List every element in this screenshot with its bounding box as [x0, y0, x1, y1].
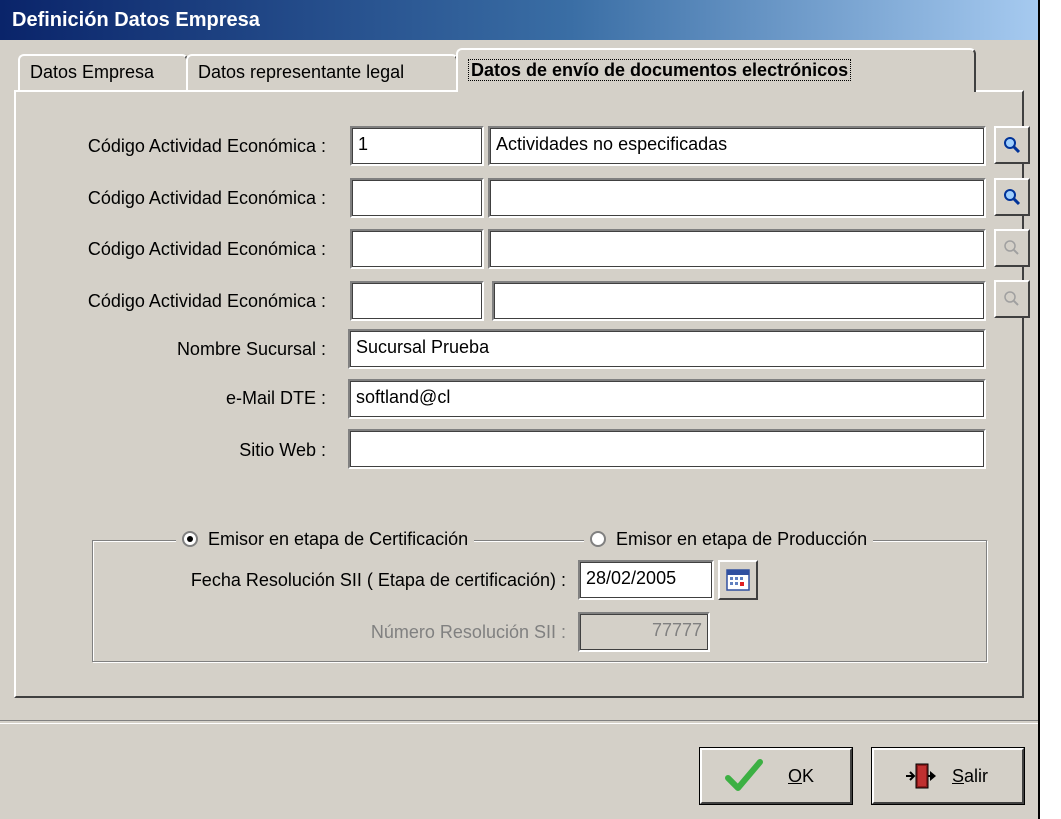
exit-label-rest: alir — [964, 765, 989, 786]
tab-label: Datos representante legal — [198, 62, 405, 82]
website-label: Sitio Web : — [239, 440, 326, 460]
activity-code-label: Código Actividad Económica : — [87, 291, 326, 311]
emitter-stage-group — [92, 540, 987, 662]
dialog-window: Definición Datos Empresa Datos Empresa D… — [0, 0, 1040, 819]
activity-description-input[interactable] — [488, 178, 986, 218]
activity-code-input[interactable]: 1 — [350, 126, 484, 166]
magnifier-icon — [1004, 137, 1021, 154]
tab-label: Datos de envío de documentos electrónico… — [468, 59, 852, 81]
email-dte-label: e-Mail DTE : — [225, 388, 326, 408]
activity-code-input[interactable] — [350, 178, 484, 218]
window-title: Definición Datos Empresa — [12, 9, 260, 31]
activity-description-input[interactable] — [488, 229, 986, 269]
branch-name-input[interactable]: Sucursal Prueba — [348, 329, 986, 369]
exit-button[interactable]: Salir — [871, 747, 1025, 805]
branch-name-label: Nombre Sucursal : — [176, 339, 326, 359]
activity-description-input[interactable]: Actividades no especificadas — [488, 126, 986, 166]
ok-mnemonic: O — [788, 765, 803, 786]
radio-certification-label: Emisor en etapa de Certificación — [208, 528, 469, 549]
activity-search-button[interactable] — [994, 126, 1030, 164]
radio-unselected-icon — [590, 531, 606, 547]
website-input[interactable] — [348, 429, 986, 469]
magnifier-icon — [1004, 189, 1021, 206]
radio-certification[interactable]: Emisor en etapa de Certificación — [176, 526, 475, 552]
title-bar[interactable]: Definición Datos Empresa — [0, 0, 1038, 40]
activity-code-input[interactable] — [350, 229, 484, 269]
exit-door-icon — [906, 763, 936, 789]
activity-search-button-disabled[interactable] — [994, 280, 1030, 318]
radio-selected-icon — [182, 531, 198, 547]
activity-code-label: Código Actividad Económica : — [87, 239, 326, 259]
ok-label-rest: K — [802, 765, 815, 786]
magnifier-icon — [1004, 240, 1019, 255]
resolution-number-input[interactable]: 77777 — [578, 612, 710, 652]
activity-description-input[interactable] — [492, 281, 986, 321]
radio-production[interactable]: Emisor en etapa de Producción — [584, 526, 874, 552]
resolution-date-input[interactable]: 28/02/2005 — [578, 560, 714, 600]
calendar-button[interactable] — [718, 560, 758, 600]
radio-production-label: Emisor en etapa de Producción — [616, 528, 868, 549]
resolution-number-label: Número Resolución SII : — [370, 622, 566, 642]
footer-divider — [0, 720, 1038, 724]
tab-envio-documentos[interactable]: Datos de envío de documentos electrónico… — [456, 48, 976, 92]
tab-label: Datos Empresa — [30, 62, 155, 82]
magnifier-icon — [1004, 291, 1019, 306]
calendar-icon — [726, 569, 750, 591]
activity-search-button-disabled[interactable] — [994, 229, 1030, 267]
tab-datos-empresa[interactable]: Datos Empresa — [18, 54, 188, 90]
ok-button[interactable]: OK — [699, 747, 853, 805]
activity-search-button[interactable] — [994, 178, 1030, 216]
tab-representante-legal[interactable]: Datos representante legal — [186, 54, 458, 90]
activity-code-input[interactable] — [350, 281, 484, 321]
email-dte-input[interactable]: softland@cl — [348, 379, 986, 419]
checkmark-icon — [725, 759, 763, 791]
exit-mnemonic: S — [952, 765, 965, 786]
activity-code-label: Código Actividad Económica : — [87, 188, 326, 208]
activity-code-label: Código Actividad Económica : — [87, 136, 326, 156]
resolution-date-label: Fecha Resolución SII ( Etapa de certific… — [190, 570, 566, 590]
